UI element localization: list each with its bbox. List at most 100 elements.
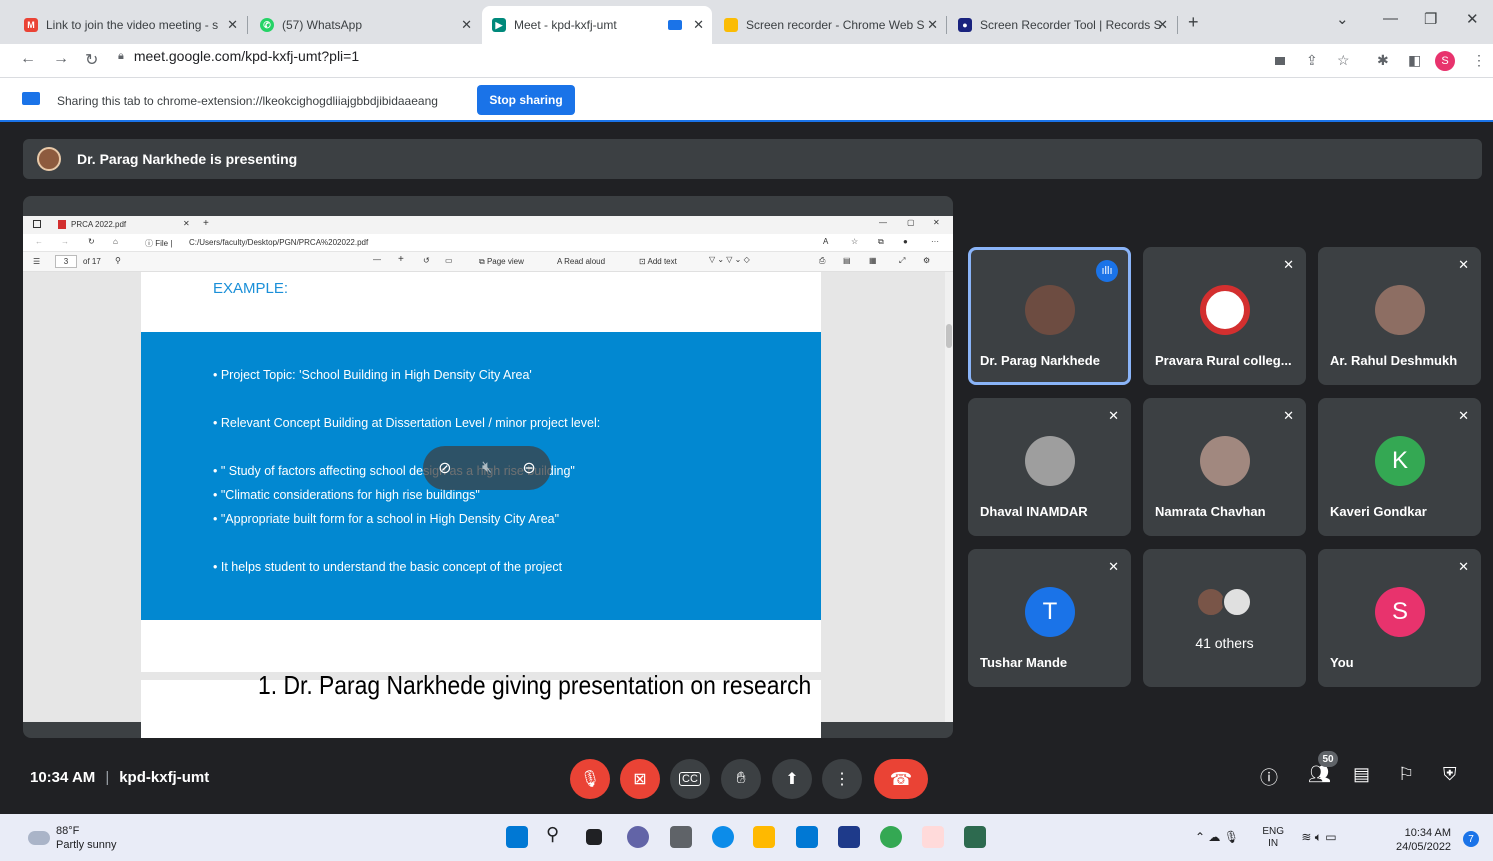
weather-widget[interactable]: 88°F Partly sunny (28, 824, 117, 852)
participant-tile[interactable]: ıllı Dr. Parag Narkhede (968, 247, 1131, 385)
participant-tile[interactable]: ✕ K Kaveri Gondkar (1318, 398, 1481, 536)
participant-tile[interactable]: ✕ Dhaval INAMDAR (968, 398, 1131, 536)
meeting-details-icon[interactable]: ⓘ (1260, 764, 1278, 790)
activities-icon[interactable]: ⚐ (1398, 764, 1414, 785)
participant-tile[interactable]: ✕ S You (1318, 549, 1481, 687)
share-icon[interactable]: ⇪ (1306, 52, 1318, 69)
fullscreen-icon: ⤢ (899, 256, 906, 265)
pin-off-icon[interactable]: ⊘ (438, 458, 451, 478)
minimize-icon: — (879, 218, 887, 227)
participant-count-badge: 50 (1318, 751, 1338, 767)
participant-tile[interactable]: ✕ Ar. Rahul Deshmukh (1318, 247, 1481, 385)
home-icon: ⌂ (113, 237, 118, 246)
captions-button[interactable]: CC (670, 759, 710, 799)
mic-off-icon: ✕ (1108, 408, 1119, 423)
participant-tile[interactable]: ✕ Namrata Chavhan (1143, 398, 1306, 536)
system-tray[interactable]: ⌃ ☁ 🎙︎ ENG IN ≋ 🔈︎ ▭ (1195, 826, 1337, 850)
raise-hand-button[interactable]: ✋︎ (721, 759, 761, 799)
tab-search-icon[interactable]: ⌄ (1336, 10, 1349, 28)
restore-button[interactable]: ❐ (1424, 10, 1437, 28)
side-panel-icon[interactable]: ◧ (1408, 52, 1421, 69)
mic-off-icon: ✕ (1458, 408, 1469, 423)
presentation-stage[interactable]: PRCA 2022.pdf ✕ + — ▢ ✕ ← → ↻ ⌂ ⓘ File |… (23, 196, 953, 738)
game-bar-icon[interactable] (964, 826, 986, 848)
reload-button[interactable]: ↻ (85, 50, 98, 70)
rotate-icon: ↺ (423, 256, 430, 265)
draw-icon: ▽ ⌄ ▽ ⌄ ◇ (709, 255, 750, 264)
others-tile[interactable]: 41 others (1143, 549, 1306, 687)
close-icon[interactable]: ✕ (693, 17, 704, 33)
task-view-icon[interactable] (586, 829, 602, 845)
screen-share-icon (22, 92, 40, 105)
bookmark-star-icon[interactable]: ☆ (1337, 52, 1350, 69)
more-options-button[interactable]: ⋮ (822, 759, 862, 799)
mic-off-icon: ✕ (1458, 257, 1469, 272)
participant-tile[interactable]: ✕ Pravara Rural colleg... (1143, 247, 1306, 385)
menu-icon[interactable]: ⋮ (1472, 52, 1486, 69)
slide-bullet: • "Appropriate built form for a school i… (213, 512, 560, 526)
save-as-icon: ▦ (869, 256, 877, 265)
forward-button[interactable]: → (53, 50, 69, 68)
mic-toggle-button[interactable]: 🎙︎ (570, 759, 610, 799)
tab-actions-icon (33, 220, 41, 228)
close-icon[interactable]: ✕ (1157, 17, 1168, 33)
page-number-field: 3 (55, 255, 77, 268)
address-bar[interactable]: 🔒︎ meet.google.com/kpd-kxfj-umt?pli=1 (118, 48, 359, 64)
people-icon[interactable]: 👥︎ (1308, 764, 1331, 785)
mail-icon[interactable] (796, 826, 818, 848)
chrome-icon[interactable] (880, 826, 902, 848)
close-icon[interactable]: ✕ (227, 17, 238, 33)
url-text: meet.google.com/kpd-kxfj-umt?pli=1 (133, 48, 360, 64)
remove-icon[interactable]: ⊖ (522, 458, 535, 478)
leave-call-button[interactable]: ☎ (874, 759, 928, 799)
file-explorer-icon[interactable] (753, 826, 775, 848)
presenter-avatar (37, 147, 61, 171)
caption-text: 1. Dr. Parag Narkhede giving presentatio… (258, 670, 812, 700)
clock-date: 24/05/2022 (1396, 841, 1452, 853)
contents-icon: ☰ (33, 257, 41, 266)
pdf-icon (58, 220, 66, 229)
camera-icon[interactable] (1275, 57, 1285, 65)
mute-icon[interactable]: 🔇︎ (482, 459, 492, 477)
system-clock[interactable]: 10:34 AM 24/05/2022 (1396, 826, 1451, 854)
profile-avatar[interactable]: S (1435, 51, 1455, 71)
notification-badge[interactable]: 7 (1463, 831, 1479, 847)
window-close-button[interactable]: ✕ (1466, 10, 1479, 28)
profile-icon: ● (903, 237, 908, 246)
more-icon: ··· (931, 237, 939, 246)
avatar (1200, 436, 1250, 486)
stop-sharing-button[interactable]: Stop sharing (477, 85, 575, 115)
tab-whatsapp[interactable]: ✆ (57) WhatsApp ✕ (250, 10, 480, 40)
host-controls-icon[interactable]: ⛨ (1443, 764, 1457, 785)
start-icon[interactable] (506, 826, 528, 848)
shared-tab-title: PRCA 2022.pdf (71, 220, 127, 229)
new-tab-button[interactable]: + (1188, 12, 1199, 33)
tab-meet[interactable]: ▶ Meet - kpd-kxfj-umt ✕ (482, 6, 712, 44)
photos-icon[interactable] (922, 826, 944, 848)
read-aloud-button: A Read aloud (557, 257, 606, 266)
extensions-icon[interactable]: ✱ (1377, 52, 1389, 69)
shared-tab-strip: PRCA 2022.pdf ✕ + — ▢ ✕ (23, 216, 953, 234)
tab-title: (57) WhatsApp (282, 18, 363, 32)
favorite-icon: ☆ (851, 237, 859, 246)
search-icon[interactable]: ⚲ (546, 824, 568, 846)
save-icon: ▤ (843, 256, 851, 265)
minimize-button[interactable]: — (1383, 10, 1398, 27)
camera-toggle-button[interactable]: ⊠ (620, 759, 660, 799)
edge-icon[interactable] (712, 826, 734, 848)
tab-screen-recorder[interactable]: ● Screen Recorder Tool | Records S ✕ (948, 10, 1176, 40)
participant-tile[interactable]: ✕ T Tushar Mande (968, 549, 1131, 687)
avatar (1200, 285, 1250, 335)
back-button[interactable]: ← (20, 50, 36, 68)
tab-webstore[interactable]: Screen recorder - Chrome Web S ✕ (714, 10, 946, 40)
chat-icon[interactable]: ▤ (1353, 764, 1370, 785)
slide-bullet: • Project Topic: 'School Building in Hig… (213, 368, 532, 382)
mic-off-icon: ✕ (1283, 408, 1294, 423)
present-button[interactable]: ⬆ (772, 759, 812, 799)
store-icon[interactable] (838, 826, 860, 848)
close-icon[interactable]: ✕ (927, 17, 938, 33)
tab-gmail[interactable]: M Link to join the video meeting - s ✕ (14, 10, 246, 40)
close-icon[interactable]: ✕ (461, 17, 472, 33)
calculator-icon[interactable] (670, 826, 692, 848)
chat-app-icon[interactable] (627, 826, 649, 848)
